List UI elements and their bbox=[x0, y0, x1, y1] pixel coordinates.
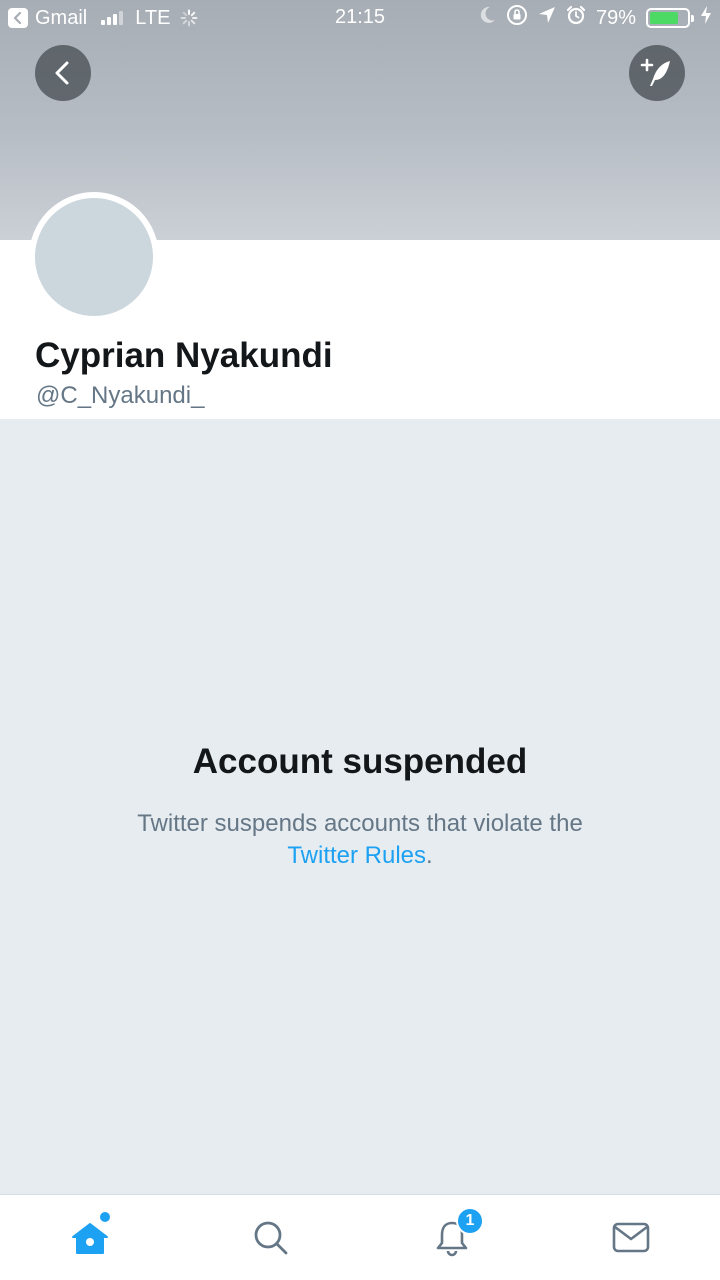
tab-messages[interactable] bbox=[591, 1195, 671, 1280]
status-bar-right: 79% bbox=[480, 5, 712, 31]
home-icon bbox=[70, 1220, 110, 1256]
charging-icon bbox=[700, 5, 712, 31]
tab-notifications[interactable]: 1 bbox=[412, 1195, 492, 1280]
suspended-message-text: Twitter suspends accounts that violate t… bbox=[137, 810, 583, 837]
alarm-icon bbox=[566, 5, 586, 31]
twitter-rules-link[interactable]: Twitter Rules bbox=[287, 842, 426, 869]
battery-icon bbox=[646, 8, 694, 28]
notification-badge: 1 bbox=[456, 1207, 484, 1235]
profile-name: Cyprian Nyakundi bbox=[35, 336, 333, 375]
compose-tweet-button[interactable] bbox=[629, 45, 685, 101]
back-button[interactable] bbox=[35, 45, 91, 101]
battery-fill bbox=[650, 12, 679, 24]
suspended-message-period: . bbox=[426, 842, 433, 869]
battery-percent: 79% bbox=[595, 6, 636, 29]
rotation-lock-icon bbox=[506, 4, 528, 32]
tab-search[interactable] bbox=[231, 1195, 311, 1280]
suspended-title: Account suspended bbox=[192, 742, 528, 781]
moon-icon bbox=[480, 6, 496, 30]
tab-home[interactable] bbox=[50, 1195, 130, 1280]
back-icon bbox=[52, 60, 74, 86]
avatar[interactable] bbox=[29, 192, 159, 322]
mail-icon bbox=[611, 1221, 651, 1255]
tab-bar: 1 bbox=[0, 1194, 720, 1280]
compose-icon bbox=[640, 57, 674, 89]
status-bar: Gmail LTE 21:15 79% bbox=[0, 0, 720, 36]
location-icon bbox=[538, 6, 556, 30]
search-icon bbox=[252, 1219, 290, 1257]
profile-handle: @C_Nyakundi_ bbox=[36, 382, 205, 409]
home-new-dot bbox=[100, 1212, 110, 1222]
suspended-message: Twitter suspends accounts that violate t… bbox=[60, 808, 660, 872]
